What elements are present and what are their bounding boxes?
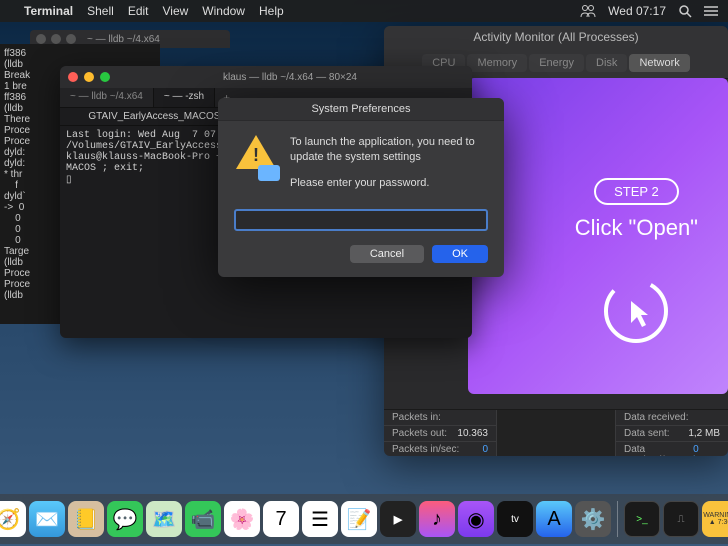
dock-calendar[interactable]: 7 — [263, 501, 299, 537]
dock-safari[interactable]: 🧭 — [0, 501, 26, 537]
dock-terminal[interactable]: >_ — [624, 501, 660, 537]
stat-label: Packets in: — [392, 412, 441, 423]
spotlight-icon[interactable] — [678, 4, 692, 18]
app-menu[interactable]: Terminal — [24, 4, 73, 18]
click-cursor-icon — [575, 271, 698, 356]
terminal-tab-lldb[interactable]: ~ — lldb ~/4.x64 — [60, 88, 154, 107]
close-button[interactable] — [68, 72, 78, 82]
step-badge: STEP 2 — [594, 178, 679, 205]
dock-separator — [617, 501, 618, 537]
fast-user-switch-icon[interactable] — [580, 4, 596, 18]
dock-facetime[interactable]: 📹 — [185, 501, 221, 537]
dock-activity-monitor[interactable]: ⎍ — [663, 501, 699, 537]
dialog-message: To launch the application, you need to u… — [290, 135, 488, 166]
stat-label: Packets out: — [392, 428, 447, 439]
dock-appstore[interactable]: A — [536, 501, 572, 537]
tab-memory[interactable]: Memory — [467, 54, 527, 72]
dock-tv[interactable]: tv — [497, 501, 533, 537]
stat-label: Packets in/sec: — [392, 444, 459, 455]
ok-button[interactable]: OK — [432, 245, 488, 263]
tab-disk[interactable]: Disk — [586, 54, 627, 72]
menu-edit[interactable]: Edit — [128, 4, 149, 18]
dock-notes[interactable]: 📝 — [341, 501, 377, 537]
tab-energy[interactable]: Energy — [529, 54, 584, 72]
minimize-button[interactable] — [51, 34, 61, 44]
terminal-title: klaus — lldb ~/4.x64 — 80×24 — [116, 72, 464, 83]
tab-network[interactable]: Network — [629, 54, 689, 72]
step-instruction: Click "Open" — [575, 215, 698, 241]
activity-title: Activity Monitor (All Processes) — [384, 26, 728, 48]
dock-contacts[interactable]: 📒 — [68, 501, 104, 537]
dock-podcasts[interactable]: ◉ — [458, 501, 494, 537]
maximize-button[interactable] — [100, 72, 110, 82]
stat-label: Data received: — [624, 412, 688, 423]
stat-label: Data received/sec: — [624, 444, 693, 456]
dock-mail[interactable]: ✉️ — [29, 501, 65, 537]
terminal-titlebar[interactable]: klaus — lldb ~/4.x64 — 80×24 — [60, 66, 472, 88]
dock-music[interactable]: ♪ — [419, 501, 455, 537]
dialog-title: System Preferences — [218, 98, 504, 121]
term-line: ff386 — [4, 48, 156, 59]
stat-value: 1,2 MB — [688, 428, 720, 439]
minimize-button[interactable] — [84, 72, 94, 82]
menu-view[interactable]: View — [163, 4, 189, 18]
dock-maps[interactable]: 🗺️ — [146, 501, 182, 537]
menu-shell[interactable]: Shell — [87, 4, 114, 18]
dock-photos[interactable]: 🌸 — [224, 501, 260, 537]
stat-value: 10.363 — [457, 428, 488, 439]
dock: 🙂 🚀 🧭 ✉️ 📒 💬 🗺️ 📹 🌸 7 ☰ 📝 ▶ ♪ ◉ tv A ⚙️ … — [0, 494, 728, 544]
lldb-tab-title: ~ — lldb ~/4.x64 — [87, 34, 160, 45]
dock-warning-doc[interactable]: WARNING ▲ 7:36 — [702, 501, 728, 537]
dock-system-prefs[interactable]: ⚙️ — [575, 501, 611, 537]
stat-label: Data sent: — [624, 428, 670, 439]
dock-messages[interactable]: 💬 — [107, 501, 143, 537]
menu-window[interactable]: Window — [202, 4, 245, 18]
password-input[interactable] — [234, 209, 488, 231]
warning-icon: ! — [234, 135, 278, 179]
installer-window: STEP 2 Click "Open" — [468, 78, 728, 394]
terminal-tab-zsh[interactable]: ~ — -zsh — [154, 88, 215, 107]
dock-keynote[interactable]: ▶ — [380, 501, 416, 537]
cancel-button[interactable]: Cancel — [350, 245, 424, 263]
network-chart — [496, 410, 616, 456]
dialog-prompt: Please enter your password. — [290, 176, 488, 191]
menu-help[interactable]: Help — [259, 4, 284, 18]
close-button[interactable] — [36, 34, 46, 44]
menu-bar: Terminal Shell Edit View Window Help Wed… — [0, 0, 728, 22]
stat-value: 0 — [482, 444, 488, 455]
maximize-button[interactable] — [66, 34, 76, 44]
password-dialog: System Preferences ! To launch the appli… — [218, 98, 504, 277]
dock-reminders[interactable]: ☰ — [302, 501, 338, 537]
stat-value: 0 bytes — [693, 444, 720, 456]
menu-clock[interactable]: Wed 07:17 — [608, 4, 666, 18]
activity-stats: Packets in: Packets out: 10.363 Packets i… — [384, 409, 728, 456]
control-center-icon[interactable] — [704, 5, 718, 17]
